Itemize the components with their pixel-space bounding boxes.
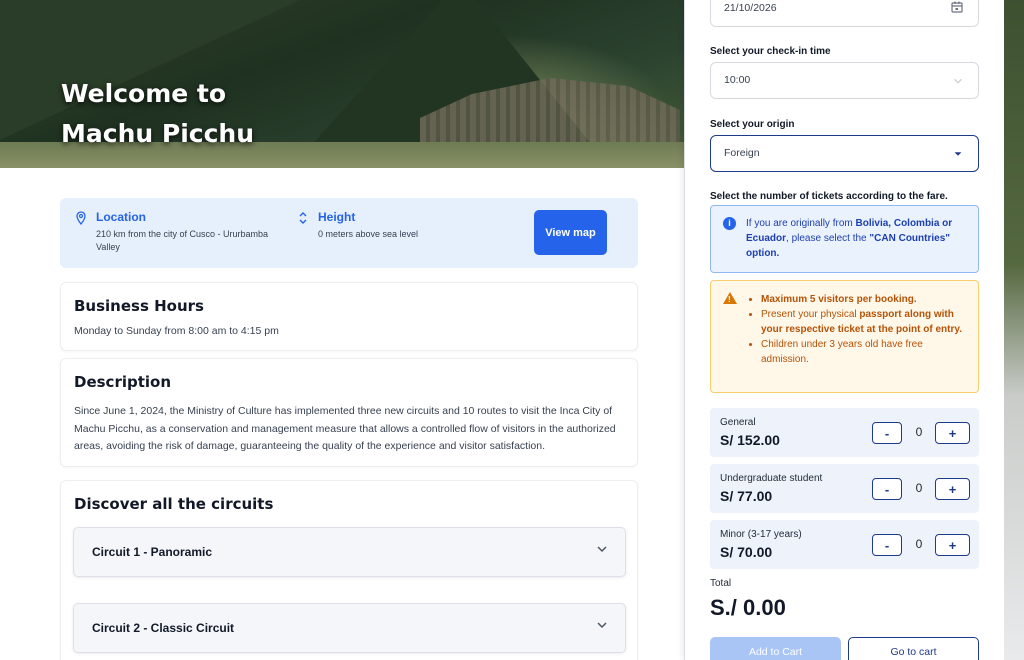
fare-price: S/ 77.00 — [720, 488, 773, 504]
date-field[interactable]: 21/10/2026 — [710, 0, 979, 27]
circuit-accordion-1[interactable]: Circuit 1 - Panoramic — [73, 527, 626, 577]
height-value: 0 meters above sea level — [318, 229, 419, 239]
up-down-arrows-icon — [299, 212, 307, 224]
hero-title: Welcome to Machu Picchu — [61, 74, 254, 154]
info-icon: i — [723, 217, 736, 230]
date-value: 21/10/2026 — [724, 2, 777, 14]
height-label: Height — [318, 210, 356, 224]
hero-title-line1: Welcome to — [61, 79, 227, 108]
warning-alert: ! Maximum 5 visitors per booking. Presen… — [710, 280, 979, 393]
chevron-down-icon — [597, 622, 607, 629]
increment-button[interactable]: + — [935, 534, 970, 556]
circuit-accordion-2[interactable]: Circuit 2 - Classic Circuit — [73, 603, 626, 653]
warning-item: Maximum 5 visitors per booking. — [761, 292, 971, 307]
fare-price: S/ 152.00 — [720, 432, 780, 448]
fare-row-minor: Minor (3-17 years) S/ 70.00 - 0 + — [710, 520, 979, 569]
info-bar: Location 210 km from the city of Cusco -… — [60, 198, 638, 268]
quantity-value: 0 — [915, 481, 923, 495]
circuits-title: Discover all the circuits — [74, 495, 274, 513]
fare-row-student: Undergraduate student S/ 77.00 - 0 + — [710, 464, 979, 513]
increment-button[interactable]: + — [935, 422, 970, 444]
go-to-cart-button[interactable]: Go to cart — [848, 637, 979, 660]
view-map-button[interactable]: View map — [534, 210, 607, 255]
circuit-label: Circuit 1 - Panoramic — [92, 545, 213, 559]
business-hours-text: Monday to Sunday from 8:00 am to 4:15 pm — [74, 325, 279, 337]
checkin-select[interactable]: 10:00 — [710, 62, 979, 99]
background-edge — [1004, 0, 1024, 660]
main-content: Location 210 km from the city of Cusco -… — [0, 168, 684, 660]
location-value: 210 km from the city of Cusco - Ururbamb… — [96, 229, 269, 252]
booking-panel: 21/10/2026 Select your check-in time 10:… — [684, 0, 1004, 660]
origin-select[interactable]: Foreign — [710, 135, 979, 172]
warning-icon: ! — [723, 292, 737, 304]
decrement-button[interactable]: - — [872, 422, 902, 444]
circuit-label: Circuit 2 - Classic Circuit — [92, 621, 235, 635]
warning-item: Children under 3 years old have free adm… — [761, 337, 971, 367]
origin-value: Foreign — [724, 147, 760, 159]
business-hours-title: Business Hours — [74, 297, 204, 315]
checkin-value: 10:00 — [724, 74, 751, 86]
chevron-down-icon — [954, 78, 962, 84]
map-pin-icon — [76, 211, 86, 225]
fare-name: General — [720, 417, 756, 428]
total-value: S./ 0.00 — [710, 595, 786, 620]
info-alert-text: If you are originally from Bolivia, Colo… — [746, 218, 953, 259]
calendar-icon[interactable] — [950, 0, 964, 14]
description-title: Description — [74, 373, 172, 391]
tickets-label: Select the number of tickets according t… — [710, 191, 948, 202]
origin-label: Select your origin — [710, 119, 795, 130]
warning-item: Present your physical passport along wit… — [761, 307, 971, 337]
add-to-cart-button[interactable]: Add to Cart — [710, 637, 841, 660]
fare-price: S/ 70.00 — [720, 544, 773, 560]
fare-row-general: General S/ 152.00 - 0 + — [710, 408, 979, 457]
checkin-label: Select your check-in time — [710, 46, 831, 57]
decrement-button[interactable]: - — [872, 478, 902, 500]
total-label: Total — [710, 578, 732, 589]
location-label: Location — [96, 210, 146, 224]
fare-name: Undergraduate student — [720, 473, 823, 484]
fare-name: Minor (3-17 years) — [720, 529, 802, 540]
quantity-value: 0 — [915, 537, 923, 551]
decrement-button[interactable]: - — [872, 534, 902, 556]
business-hours-card: Business Hours Monday to Sunday from 8:0… — [60, 282, 638, 351]
warning-list: Maximum 5 visitors per booking. Present … — [761, 292, 971, 367]
description-text: Since June 1, 2024, the Ministry of Cult… — [74, 405, 616, 452]
caret-down-icon — [954, 152, 962, 156]
quantity-value: 0 — [915, 425, 923, 439]
info-alert: i If you are originally from Bolivia, Co… — [710, 205, 979, 273]
chevron-down-icon — [597, 546, 607, 553]
increment-button[interactable]: + — [935, 478, 970, 500]
description-card: Description Since June 1, 2024, the Mini… — [60, 358, 638, 467]
circuits-card: Discover all the circuits Circuit 1 - Pa… — [60, 480, 638, 660]
hero-title-line2: Machu Picchu — [61, 119, 254, 148]
